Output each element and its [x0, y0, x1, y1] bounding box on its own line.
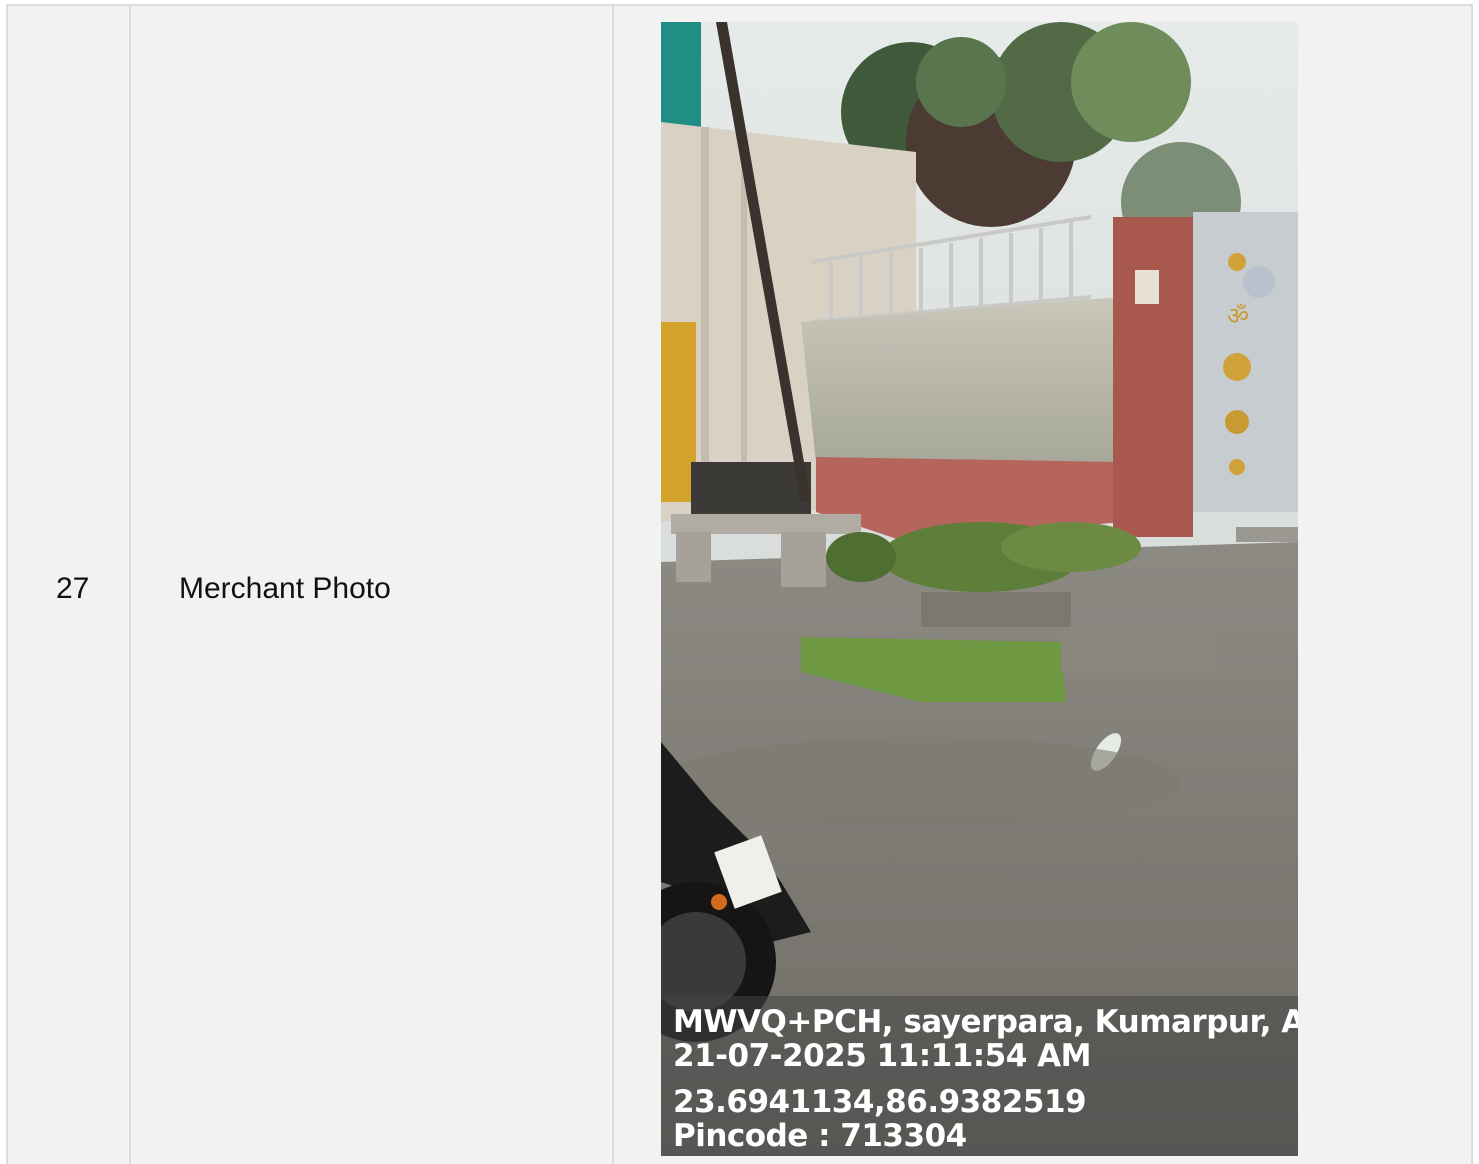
bench: [671, 514, 861, 534]
svg-text:ॐ: ॐ: [1227, 302, 1249, 330]
index-cell: 27: [8, 6, 131, 1164]
label-cell: Merchant Photo: [129, 6, 614, 1164]
boundary-wall: [801, 297, 1121, 462]
overlay-coordinates: 23.6941134,86.9382519: [673, 1084, 1087, 1120]
row-label: Merchant Photo: [179, 572, 391, 605]
overlay-address: MWVQ+PCH, sayerpara, Kumarpur, Asansol,: [673, 1004, 1298, 1040]
gate-pillar: [1113, 217, 1193, 537]
photo-cell: ॐ MWVQ+PCH, sayerpara, Kumarpur, A 21-07…: [614, 6, 1471, 1164]
data-table: 27 Merchant Photo ॐ MWVQ+PCH, sayerpara,…: [6, 4, 1473, 1164]
row-number: 27: [56, 572, 90, 605]
water-tank: [661, 22, 701, 127]
photo-scene: ॐ: [661, 22, 1298, 1156]
overlay-timestamp: 21-07-2025 11:11:54 AM: [673, 1038, 1091, 1074]
merchant-photo: ॐ MWVQ+PCH, sayerpara, Kumarpur, A 21-07…: [661, 22, 1298, 1156]
overlay-pincode: Pincode : 713304: [673, 1118, 967, 1154]
